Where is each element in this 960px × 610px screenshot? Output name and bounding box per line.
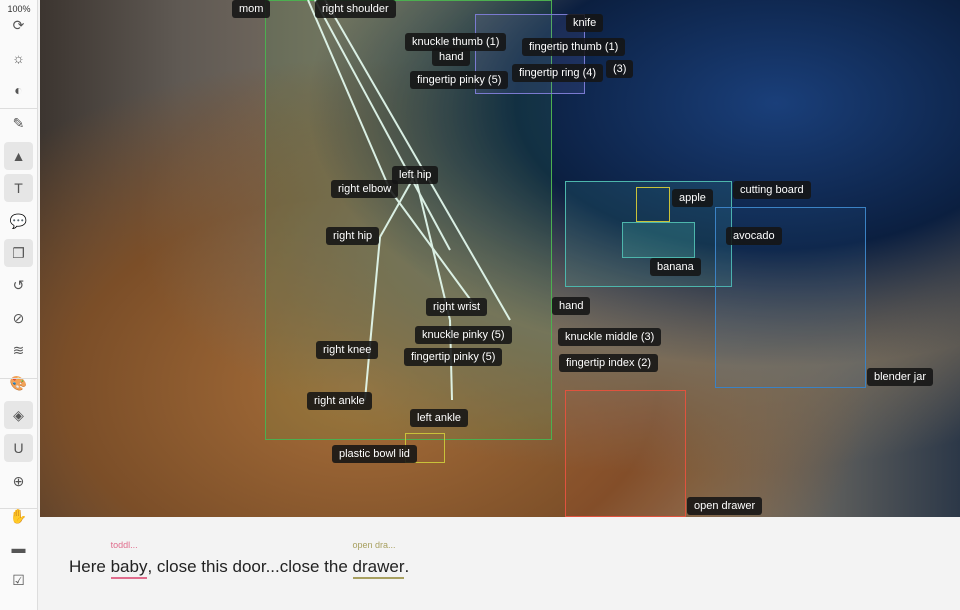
fill-off-icon[interactable]: ◈: [4, 401, 33, 429]
annotation-label[interactable]: plastic bowl lid: [332, 445, 417, 463]
palette-icon[interactable]: 🎨: [4, 369, 33, 397]
checkbox-icon[interactable]: ☑: [4, 566, 33, 594]
annotation-label[interactable]: right wrist: [426, 298, 488, 316]
annotation-label[interactable]: banana: [650, 258, 701, 276]
toolbar-divider: [0, 378, 38, 379]
brush-icon[interactable]: ✎: [4, 109, 33, 137]
annotation-label[interactable]: fingertip ring (4): [512, 64, 604, 82]
annotation-label[interactable]: fingertip pinky (5): [404, 348, 503, 366]
annotation-label[interactable]: open drawer: [687, 497, 763, 515]
layers-copy-icon[interactable]: ❐: [4, 239, 33, 267]
image-canvas[interactable]: mom right shoulder knife knuckle thumb (1) f…: [40, 0, 960, 517]
annotation-label[interactable]: fingertip pinky (5): [410, 71, 509, 89]
annotation-label[interactable]: right shoulder: [315, 0, 396, 18]
transcript-text: Here toddl... baby, close this door...clo…: [69, 540, 410, 579]
annotation-label[interactable]: knife: [566, 14, 604, 32]
annotation-label[interactable]: right elbow: [331, 180, 399, 198]
annotation-label[interactable]: (3): [606, 60, 634, 78]
annotation-label[interactable]: cutting board: [733, 181, 811, 199]
hide-icon[interactable]: ⊘: [4, 304, 33, 332]
annotation-label[interactable]: blender jar: [867, 368, 933, 386]
annotation-label[interactable]: knuckle middle (3): [558, 328, 662, 346]
comments-icon[interactable]: 💬: [4, 207, 33, 235]
annotation-label[interactable]: right knee: [316, 341, 379, 359]
layers-icon[interactable]: ≋: [4, 336, 33, 364]
ruler-icon[interactable]: ▬: [4, 534, 33, 562]
text-segment: , close this door...close the: [147, 557, 353, 576]
hand-icon[interactable]: ✋: [4, 502, 33, 530]
annotation-label[interactable]: left ankle: [410, 409, 469, 427]
entity-drawer[interactable]: open dra... drawer: [352, 540, 405, 579]
toolbar-divider: [0, 508, 38, 509]
text-segment: Here: [69, 557, 111, 576]
entity-tag-open-drawer: open dra...: [352, 540, 396, 550]
text-icon[interactable]: T: [4, 174, 33, 202]
annotation-label[interactable]: avocado: [726, 227, 782, 245]
annotation-label[interactable]: knuckle pinky (5): [415, 326, 512, 344]
annotation-label[interactable]: hand: [552, 297, 591, 315]
annotation-label[interactable]: left hip: [392, 166, 439, 184]
annotation-label[interactable]: apple: [672, 189, 713, 207]
refresh-icon[interactable]: ⟳: [4, 11, 33, 39]
transcript-panel: Here toddl... baby, close this door...clo…: [40, 517, 960, 610]
text-segment: .: [404, 557, 410, 576]
annotation-label[interactable]: mom: [232, 0, 271, 18]
contrast-icon[interactable]: ◐: [4, 76, 33, 104]
left-toolbar: 100% ⟳ ☼ ◐ ✎ ▲ T 💬 ❐ ↺ ⊘ ≋ 🎨 ◈ U ⊕ ✋ ▬ ☑: [0, 0, 38, 610]
annotation-label[interactable]: right ankle: [307, 392, 372, 410]
annotation-label[interactable]: fingertip thumb (1): [522, 38, 626, 56]
history-icon[interactable]: ↺: [4, 271, 33, 299]
crosshair-icon[interactable]: ⊕: [4, 467, 33, 495]
entity-text: drawer: [352, 557, 405, 576]
entity-text: baby: [110, 557, 148, 576]
annotation-label[interactable]: hand: [432, 48, 471, 66]
entity-baby[interactable]: toddl... baby: [110, 540, 148, 579]
shapes-icon[interactable]: ▲: [4, 142, 33, 170]
magnet-icon[interactable]: U: [4, 434, 33, 462]
entity-tag-toddler: toddl...: [110, 540, 138, 550]
brightness-icon[interactable]: ☼: [4, 44, 33, 72]
annotation-label[interactable]: right hip: [326, 227, 380, 245]
toolbar-divider: [0, 108, 38, 109]
annotation-label[interactable]: fingertip index (2): [559, 354, 658, 372]
